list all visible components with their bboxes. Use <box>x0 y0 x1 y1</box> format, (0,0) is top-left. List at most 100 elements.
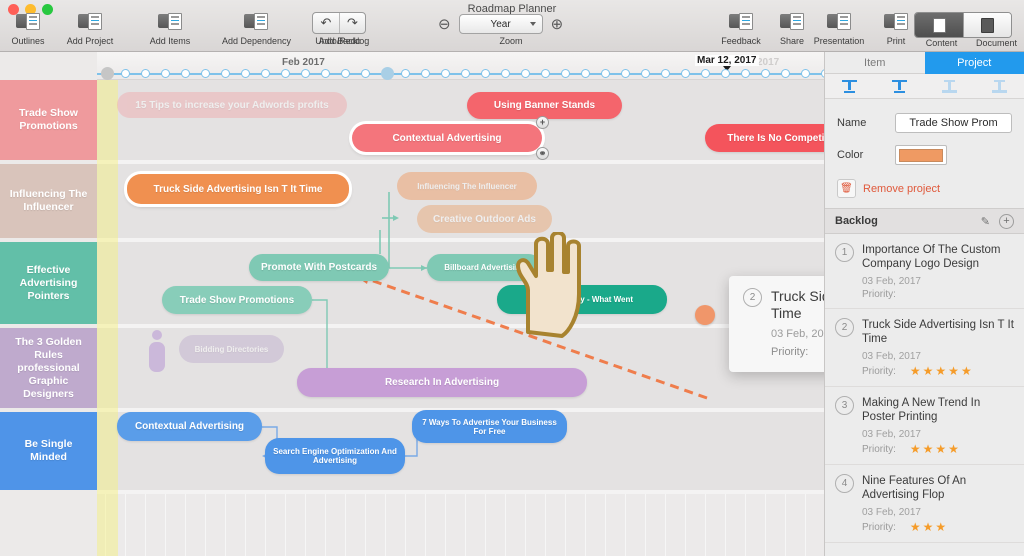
roadmap-canvas[interactable]: 15 Tips to increase your Adwords profits… <box>97 80 824 556</box>
timeline-tick[interactable] <box>321 69 330 78</box>
timeline-tick[interactable] <box>461 69 470 78</box>
timeline-header[interactable]: Feb 2017 2017 Mar 12, 2017 <box>97 52 830 80</box>
timeline-tick[interactable] <box>221 69 230 78</box>
gantt-bar-label: Contextual Advertising <box>134 421 245 432</box>
gantt-bar[interactable]: 15 Tips to increase your Adwords profits <box>117 92 347 118</box>
timeline-tick[interactable] <box>301 69 310 78</box>
toolbar-button-add-dependency[interactable]: Add Dependency <box>222 10 291 46</box>
timeline-tick[interactable] <box>141 69 150 78</box>
timeline-tick[interactable] <box>121 69 130 78</box>
redo-button[interactable]: ↷ <box>339 13 365 33</box>
undo-button[interactable]: ↶ <box>313 13 339 33</box>
backlog-item[interactable]: 4 Nine Features Of An Advertising Flop 03 … <box>825 465 1024 543</box>
view-toggle-document-button[interactable] <box>963 13 1011 37</box>
project-color-picker[interactable] <box>895 145 947 165</box>
gantt-bar[interactable]: Truck Side Advertising Isn T It Time <box>127 174 349 204</box>
timeline-tick[interactable] <box>761 69 770 78</box>
timeline-tick[interactable] <box>501 69 510 78</box>
timeline-tick[interactable] <box>561 69 570 78</box>
timeline-tick[interactable] <box>101 67 114 80</box>
lane-label-1[interactable]: Influencing The Influencer <box>0 164 97 238</box>
toolbar-button-outlines[interactable]: Outlines <box>0 10 62 46</box>
tab-project[interactable]: Project <box>924 52 1024 74</box>
backlog-item[interactable]: 1 Importance Of The Custom Company Logo D… <box>825 234 1024 309</box>
timeline-tick[interactable] <box>741 69 750 78</box>
gantt-bar[interactable]: There Is No Competition <box>705 124 824 152</box>
align-top-2-button[interactable] <box>875 74 925 98</box>
timeline-tick[interactable] <box>661 69 670 78</box>
lane-label-3[interactable]: The 3 Golden Rules professional Graphic … <box>0 328 97 408</box>
zoom-level-select[interactable]: Year <box>458 14 543 34</box>
timeline-tick[interactable] <box>441 69 450 78</box>
gantt-bar[interactable]: Billboard Advertising <box>427 254 542 281</box>
timeline-tick[interactable] <box>261 69 270 78</box>
bar-add-handle[interactable]: + <box>536 116 549 129</box>
tab-item[interactable]: Item <box>825 52 925 74</box>
timeline-tick[interactable] <box>641 69 650 78</box>
project-name-input[interactable]: Trade Show Prom <box>895 113 1012 133</box>
timeline-tick[interactable] <box>381 67 394 80</box>
timeline-tick[interactable] <box>621 69 630 78</box>
timeline-tick[interactable] <box>541 69 550 78</box>
gantt-bar[interactable]: 7 Ways To Advertise Your Business For Fr… <box>412 410 567 443</box>
lane-label-0[interactable]: Trade Show Promotions <box>0 80 97 160</box>
gantt-bar[interactable]: Contextual Advertising <box>117 412 262 441</box>
timeline-tick[interactable] <box>341 69 350 78</box>
timeline-tick[interactable] <box>401 69 410 78</box>
gantt-bar[interactable]: Research In Advertising <box>297 368 587 397</box>
timeline-tick[interactable] <box>701 69 710 78</box>
undo-redo-group[interactable]: ↶ ↷ <box>312 12 366 34</box>
timeline-tick[interactable] <box>801 69 810 78</box>
timeline-tick[interactable] <box>781 69 790 78</box>
backlog-list[interactable]: 1 Importance Of The Custom Company Logo D… <box>825 234 1024 550</box>
align-bottom-2-button[interactable] <box>974 74 1024 98</box>
align-bottom-1-button[interactable] <box>925 74 975 98</box>
backlog-item[interactable]: 3 Making A New Trend In Poster Printing 03… <box>825 387 1024 465</box>
timeline-tick[interactable] <box>481 69 490 78</box>
timeline-tick[interactable] <box>241 69 250 78</box>
backlog-item-title: Making A New Trend In Poster Printing <box>862 397 981 423</box>
gantt-bar[interactable]: Promote With Postcards <box>249 254 389 281</box>
timeline-tick[interactable] <box>581 69 590 78</box>
timeline-tick[interactable] <box>681 69 690 78</box>
gantt-bar[interactable]: Brand Identity - What Went <box>497 285 667 314</box>
toolbar-button-add-project[interactable]: Add Project <box>56 10 124 46</box>
timeline-tick[interactable] <box>201 69 210 78</box>
drag-preview-card[interactable]: 2 Truck Side Advertising Isn T It Time 0… <box>729 276 824 372</box>
timeline-tick[interactable] <box>361 69 370 78</box>
zoom-out-icon[interactable]: ⊖ <box>438 15 451 33</box>
gantt-bar[interactable]: Trade Show Promotions <box>162 286 312 314</box>
lane-label-4[interactable]: Be Single Minded <box>0 412 97 490</box>
inspector-tabs[interactable]: Item Project <box>825 52 1024 74</box>
gantt-bar[interactable]: Search Engine Optimization And Advertisi… <box>265 438 405 474</box>
timeline-tick[interactable] <box>721 69 730 78</box>
alignment-toolbar[interactable] <box>825 74 1024 99</box>
view-toggle-content-button[interactable] <box>915 13 963 37</box>
align-top-1-button[interactable] <box>825 74 875 98</box>
zoom-in-icon[interactable]: ⊕ <box>551 15 564 33</box>
gantt-bar[interactable]: Contextual Advertising + ⚭ <box>352 116 549 160</box>
add-backlog-item-icon[interactable]: + <box>999 213 1014 229</box>
backlog-item[interactable]: 2 Truck Side Advertising Isn T It Time 03 … <box>825 309 1024 387</box>
gantt-bar[interactable]: Using Banner Stands <box>467 92 622 119</box>
gantt-bar[interactable]: Influencing The Influencer <box>397 172 537 200</box>
timeline-tick[interactable] <box>281 69 290 78</box>
zoom-controls[interactable]: ⊖ Year ⊕ <box>438 14 563 34</box>
remove-project-button[interactable]: 🗑 Remove project <box>837 179 940 198</box>
backlog-item-priority-label: Priority: <box>862 289 896 300</box>
view-toggle[interactable] <box>914 12 1012 38</box>
timeline-tick[interactable] <box>181 69 190 78</box>
milestone-dot[interactable] <box>695 305 715 325</box>
timeline-tick[interactable] <box>421 69 430 78</box>
toolbar-button-label: Add Items <box>149 36 191 46</box>
backlog-item[interactable]: 5Advertising Outdoors03 Feb, 2017Priorit… <box>825 543 1024 550</box>
timeline-tick[interactable] <box>161 69 170 78</box>
bar-link-handle[interactable]: ⚭ <box>536 147 549 160</box>
lane-label-2[interactable]: Effective Advertising Pointers <box>0 242 97 324</box>
timeline-tick[interactable] <box>601 69 610 78</box>
edit-backlog-icon[interactable]: ✎ <box>981 215 990 228</box>
toolbar-button-add-items[interactable]: Add Items <box>136 10 204 46</box>
timeline-tick[interactable] <box>521 69 530 78</box>
gantt-bar[interactable]: Creative Outdoor Ads <box>417 205 552 233</box>
gantt-bar[interactable]: Bidding Directories <box>179 335 284 363</box>
